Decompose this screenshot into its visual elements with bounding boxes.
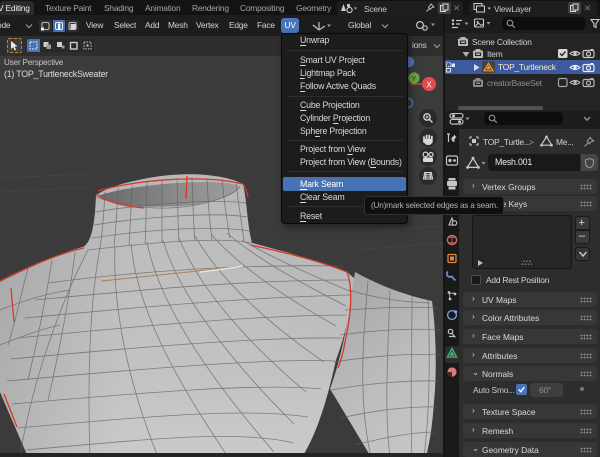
svg-text:Y: Y bbox=[412, 76, 417, 83]
svg-text:X: X bbox=[426, 81, 432, 90]
